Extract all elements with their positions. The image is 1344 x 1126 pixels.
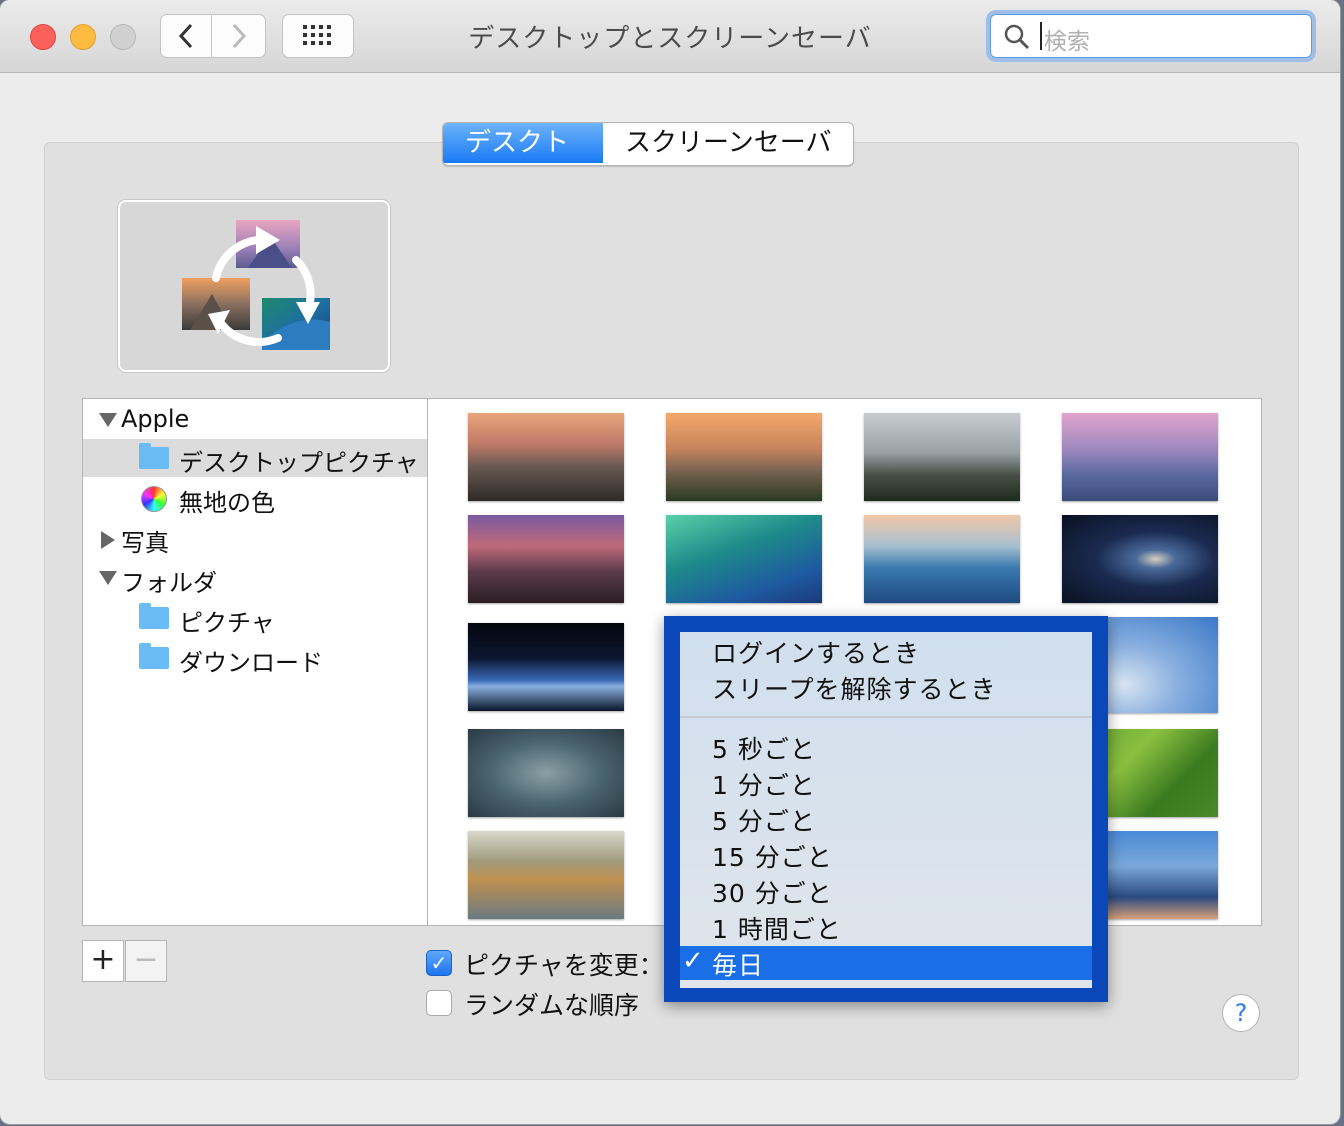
folder-icon: [139, 443, 169, 469]
sidebar-group-label: フォルダ: [121, 569, 217, 597]
menu-item-15-minutes[interactable]: 15 分ごと: [712, 838, 833, 874]
search-field[interactable]: 検索: [986, 10, 1316, 62]
sidebar-item-pictures[interactable]: ピクチャ: [83, 599, 427, 637]
menu-item-every-day[interactable]: ✓ 毎日: [680, 946, 1092, 980]
wallpaper-thumbnail[interactable]: [864, 413, 1020, 501]
menu-item-on-wake[interactable]: スリープを解除するとき: [712, 670, 997, 706]
tab-screensaver[interactable]: スクリーンセーバ: [603, 123, 853, 163]
sidebar-item-solid-colors[interactable]: 無地の色: [83, 479, 427, 517]
color-wheel-icon: [141, 486, 167, 512]
menu-item-5-seconds[interactable]: 5 秒ごと: [712, 730, 816, 766]
menu-item-5-minutes[interactable]: 5 分ごと: [712, 802, 816, 838]
text-cursor: [1040, 22, 1042, 50]
add-folder-button[interactable]: +: [82, 940, 124, 982]
change-picture-label: ピクチャを変更：: [464, 951, 664, 980]
wallpaper-thumbnail[interactable]: [864, 515, 1020, 603]
sidebar-item-label: デスクトップピクチャ: [179, 449, 419, 477]
sidebar-item-downloads[interactable]: ダウンロード: [83, 639, 427, 677]
tab-bar: デスクトップ スクリーンセーバ: [442, 122, 855, 166]
menu-item-label: 毎日: [712, 951, 765, 980]
menu-item-1-minute[interactable]: 1 分ごと: [712, 766, 816, 802]
menu-item-1-hour[interactable]: 1 時間ごと: [712, 910, 842, 946]
preferences-window: デスクトップとスクリーンセーバ 検索 デスクトップ スクリーンセーバ: [0, 0, 1340, 1124]
wallpaper-thumbnail[interactable]: [666, 515, 822, 603]
sidebar-item-desktop-pictures[interactable]: デスクトップピクチャ: [83, 439, 427, 477]
rotating-pictures-icon: [182, 220, 330, 350]
wallpaper-thumbnail[interactable]: [1062, 515, 1218, 603]
change-interval-popup: ログインするとき スリープを解除するとき 5 秒ごと 1 分ごと 5 分ごと 1…: [664, 616, 1108, 1002]
search-icon: [1004, 24, 1030, 50]
wallpaper-thumbnail[interactable]: [666, 413, 822, 501]
menu-separator: [680, 716, 1092, 718]
change-interval-menu: ログインするとき スリープを解除するとき 5 秒ごと 1 分ごと 5 分ごと 1…: [680, 632, 1092, 988]
search-placeholder: 検索: [1044, 29, 1090, 55]
random-order-checkbox[interactable]: [426, 990, 452, 1016]
sidebar-group-label: Apple: [121, 405, 190, 433]
disclosure-triangle-open-icon[interactable]: [99, 413, 117, 427]
title-bar: デスクトップとスクリーンセーバ 検索: [0, 0, 1340, 73]
disclosure-triangle-open-icon[interactable]: [99, 571, 117, 585]
folder-icon: [139, 643, 169, 669]
sidebar-group-apple[interactable]: Apple: [83, 401, 427, 439]
wallpaper-thumbnail[interactable]: [468, 831, 624, 919]
pictures-folder-icon: [139, 603, 169, 629]
menu-item-30-minutes[interactable]: 30 分ごと: [712, 874, 833, 910]
menu-item-on-login[interactable]: ログインするとき: [712, 634, 920, 670]
current-desktop-preview: [118, 200, 390, 372]
wallpaper-thumbnail[interactable]: [468, 515, 624, 603]
tab-desktop[interactable]: デスクトップ: [443, 123, 603, 163]
source-list: Apple デスクトップピクチャ 無地の色 写真 フォルダ ピクチャ ダウンロー…: [82, 398, 428, 926]
random-order-label: ランダムな順序: [464, 991, 640, 1020]
remove-folder-button[interactable]: −: [125, 940, 167, 982]
help-button[interactable]: ?: [1222, 994, 1260, 1032]
wallpaper-thumbnail[interactable]: [468, 729, 624, 817]
checkmark-icon: ✓: [682, 946, 704, 976]
wallpaper-thumbnail[interactable]: [1062, 413, 1218, 501]
wallpaper-thumbnail[interactable]: [468, 413, 624, 501]
sidebar-item-label: ダウンロード: [179, 649, 323, 677]
sidebar-item-label: ピクチャ: [179, 609, 275, 637]
change-picture-checkbox[interactable]: ✓: [426, 950, 452, 976]
wallpaper-thumbnail[interactable]: [468, 623, 624, 711]
sidebar-group-label: 写真: [121, 529, 169, 557]
sidebar-group-photos[interactable]: 写真: [83, 519, 427, 557]
disclosure-triangle-closed-icon[interactable]: [101, 531, 115, 549]
sidebar-item-label: 無地の色: [179, 489, 275, 517]
sidebar-group-folders[interactable]: フォルダ: [83, 559, 427, 597]
